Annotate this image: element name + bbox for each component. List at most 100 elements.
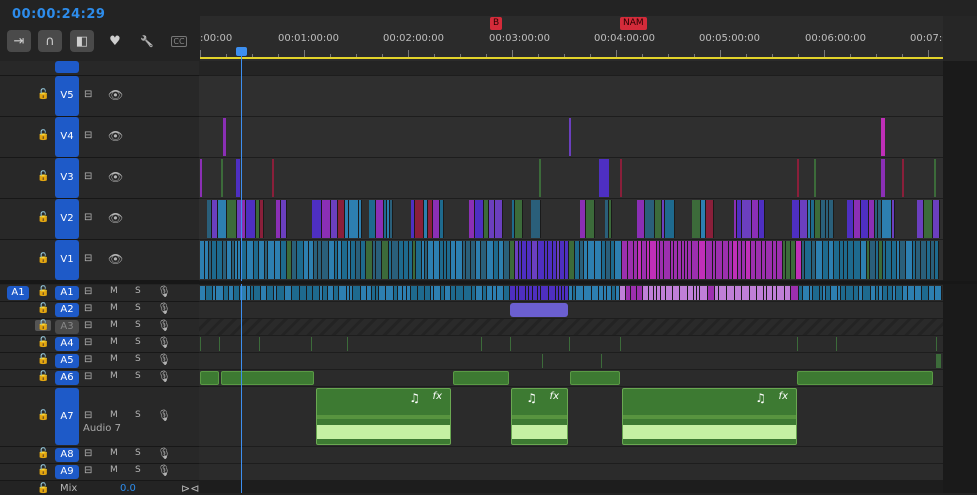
video-clip[interactable] [392, 241, 399, 279]
audio-clip[interactable] [453, 371, 509, 385]
toggle-sync-lock-icon[interactable]: ⊟ [84, 286, 92, 297]
track-toggle-a4[interactable]: A4 [55, 337, 79, 351]
video-clip[interactable] [759, 200, 765, 238]
microphone-icon[interactable]: 🎙 [157, 302, 171, 315]
audio-clip[interactable] [379, 286, 386, 300]
track-toggle-a8[interactable]: A8 [55, 448, 79, 462]
audio-clip[interactable] [680, 286, 688, 300]
audio-clip[interactable] [510, 337, 511, 351]
audio-clip[interactable] [908, 286, 915, 300]
mute-button[interactable]: M [110, 320, 118, 330]
video-clip[interactable] [655, 200, 662, 238]
lock-icon[interactable]: 🔓 [37, 354, 49, 365]
track-toggle-v3[interactable]: V3 [55, 158, 79, 198]
audio-clip[interactable] [569, 337, 570, 351]
audio-clip[interactable] [601, 354, 602, 368]
audio-clip[interactable] [481, 337, 482, 351]
video-clip[interactable] [882, 200, 892, 238]
video-clip[interactable] [369, 200, 376, 238]
video-clip[interactable] [322, 241, 329, 279]
solo-button[interactable]: S [135, 354, 141, 364]
time-ruler[interactable]: :00:00 00:01:00:00 00:02:00:00 00:03:00:00 0… [200, 16, 971, 61]
toggle-sync-lock-icon[interactable]: ⊟ [84, 448, 92, 459]
eye-icon[interactable]: 👁 [108, 211, 123, 225]
toggle-sync-lock-icon[interactable]: ⊟ [84, 171, 92, 182]
video-clip[interactable] [376, 200, 384, 238]
audio-clip[interactable] [339, 286, 347, 300]
audio-clip[interactable]: ♫ fx [622, 388, 797, 445]
audio-clip[interactable] [259, 337, 260, 351]
video-clip[interactable] [272, 159, 274, 197]
track-toggle-a2[interactable]: A2 [55, 303, 79, 317]
video-clip[interactable] [645, 200, 655, 238]
microphone-icon[interactable]: 🎙 [157, 336, 171, 349]
audio-clip[interactable] [592, 286, 599, 300]
mute-button[interactable]: M [110, 286, 118, 296]
video-clip[interactable] [664, 241, 671, 279]
video-clip[interactable] [752, 200, 759, 238]
mute-button[interactable]: M [110, 465, 118, 475]
track-toggle-a3[interactable]: A3 [55, 320, 79, 334]
lock-icon[interactable]: 🔓 [37, 171, 49, 182]
track-toggle-a9[interactable]: A9 [55, 465, 79, 479]
lock-icon[interactable]: 🔓 [37, 448, 49, 459]
video-clip[interactable] [797, 159, 799, 197]
lock-icon[interactable]: 🔓 [37, 410, 49, 421]
playhead-timecode[interactable]: 00:00:24:29 [12, 7, 105, 22]
video-clip[interactable] [495, 200, 503, 238]
timeline-tracks[interactable]: ♫ fx ♫ fx ♫ fx [199, 61, 943, 493]
audio-clip[interactable] [936, 337, 937, 351]
add-marker-button[interactable]: ♥ [103, 30, 127, 52]
captions-button[interactable]: CC [167, 30, 191, 52]
toggle-sync-lock-icon[interactable]: ⊟ [84, 371, 92, 382]
audio-clip[interactable] [673, 286, 680, 300]
linked-selection-button[interactable]: ◧ [70, 30, 94, 52]
video-clip[interactable] [620, 159, 622, 197]
video-clip[interactable] [881, 118, 885, 156]
video-clip[interactable] [692, 241, 699, 279]
video-clip[interactable] [906, 241, 913, 279]
video-clip[interactable] [829, 200, 834, 238]
audio-clip[interactable] [353, 286, 361, 300]
video-clip[interactable] [766, 241, 773, 279]
audio-clip[interactable] [735, 286, 742, 300]
video-clip[interactable] [487, 241, 494, 279]
audio-clip[interactable] [620, 337, 621, 351]
lock-icon[interactable]: 🔓 [37, 253, 49, 264]
audio-clip[interactable] [311, 337, 312, 351]
audio-clip[interactable] [813, 286, 820, 300]
lock-icon[interactable]: 🔓 [37, 286, 49, 297]
track-toggle-a7[interactable]: A7 [55, 388, 79, 445]
audio-clip[interactable] [267, 286, 274, 300]
toggle-sync-lock-icon[interactable]: ⊟ [84, 89, 92, 100]
solo-button[interactable]: S [135, 371, 141, 381]
video-clip[interactable] [692, 200, 701, 238]
video-clip[interactable] [924, 200, 933, 238]
work-area-bar[interactable] [200, 57, 943, 59]
video-clip[interactable] [247, 241, 254, 279]
track-target-top[interactable] [55, 61, 79, 73]
video-clip[interactable] [933, 200, 940, 238]
mute-button[interactable]: M [110, 303, 118, 313]
timeline-marker[interactable]: NAM [620, 17, 647, 30]
audio-clip[interactable] [915, 286, 922, 300]
toggle-sync-lock-icon[interactable]: ⊟ [84, 212, 92, 223]
video-clip[interactable] [569, 118, 571, 156]
audio-clip[interactable] [922, 286, 929, 300]
video-clip[interactable] [595, 241, 602, 279]
solo-button[interactable]: S [135, 465, 141, 475]
audio-clip[interactable] [846, 286, 854, 300]
audio-clip[interactable] [200, 371, 219, 385]
solo-button[interactable]: S [135, 410, 141, 420]
video-clip[interactable] [322, 200, 331, 238]
audio-clip[interactable] [476, 286, 483, 300]
track-lane-a3[interactable] [199, 319, 943, 335]
video-clip[interactable] [586, 200, 595, 238]
microphone-icon[interactable]: 🎙 [157, 353, 171, 366]
audio-clip[interactable] [791, 286, 799, 300]
video-clip[interactable] [637, 200, 645, 238]
audio-clip[interactable] [434, 286, 441, 300]
track-toggle-v4[interactable]: V4 [55, 117, 79, 157]
audio-clip[interactable] [549, 286, 556, 300]
video-clip[interactable] [359, 200, 362, 238]
